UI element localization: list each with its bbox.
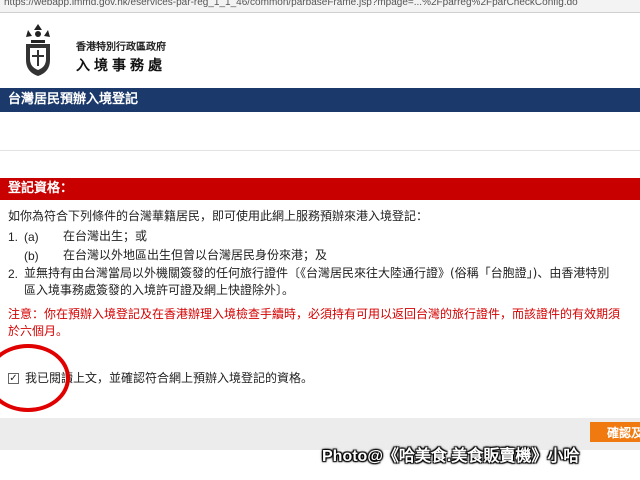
- item2-line2: 區入境事務處簽發的入境許可證及網上快證除外〕。: [24, 283, 295, 297]
- item1a-label: (a): [24, 230, 39, 244]
- department-name: 香港特別行政區政府 入境事務處: [76, 38, 166, 75]
- item2-number: 2.: [8, 267, 19, 281]
- item1b-text: 在台灣以外地區出生但曾以台灣居民身份來港；及: [63, 248, 328, 262]
- page-title: 台灣居民預辦入境登記: [0, 88, 640, 112]
- annotation-circle: [0, 344, 70, 412]
- confirm-button[interactable]: 確認及: [590, 422, 640, 442]
- eligibility-intro: 如你為符合下列條件的台灣華籍居民，即可使用此網上服務預辦來港入境登記：: [8, 209, 429, 223]
- item1a-text: 在台灣出生；或: [63, 229, 148, 243]
- photo-watermark: Photo@《哈美食.美食販賣機》小哈: [322, 448, 580, 465]
- government-name: 香港特別行政區政府: [76, 42, 166, 53]
- hksar-emblem-icon: [26, 24, 50, 76]
- notice-text: 注意：你在預辦入境登記及在香港辦理入境檢查手續時，必須持有可用以返回台灣的旅行證…: [8, 306, 640, 340]
- item1b-label: (b): [24, 249, 39, 263]
- notice-line1: 注意：你在預辦入境登記及在香港辦理入境檢查手續時，必須持有可用以返回台灣的旅行證…: [8, 307, 621, 321]
- department-logo: 香港特別行政區政府 入境事務處: [18, 22, 318, 82]
- divider: [0, 150, 640, 151]
- item1-number: 1.: [8, 230, 19, 244]
- eligibility-heading: 登記資格：: [0, 178, 640, 200]
- address-url: https://webapp.immd.gov.hk/eservices-par…: [4, 0, 578, 8]
- item2-line1: 並無持有由台灣當局以外機關簽發的任何旅行證件〔《台灣居民來往大陸通行證》(俗稱「…: [24, 266, 610, 280]
- address-bar[interactable]: https://webapp.immd.gov.hk/eservices-par…: [0, 0, 640, 13]
- notice-line2: 於六個月。: [8, 324, 69, 338]
- department-title: 入境事務處: [76, 57, 166, 73]
